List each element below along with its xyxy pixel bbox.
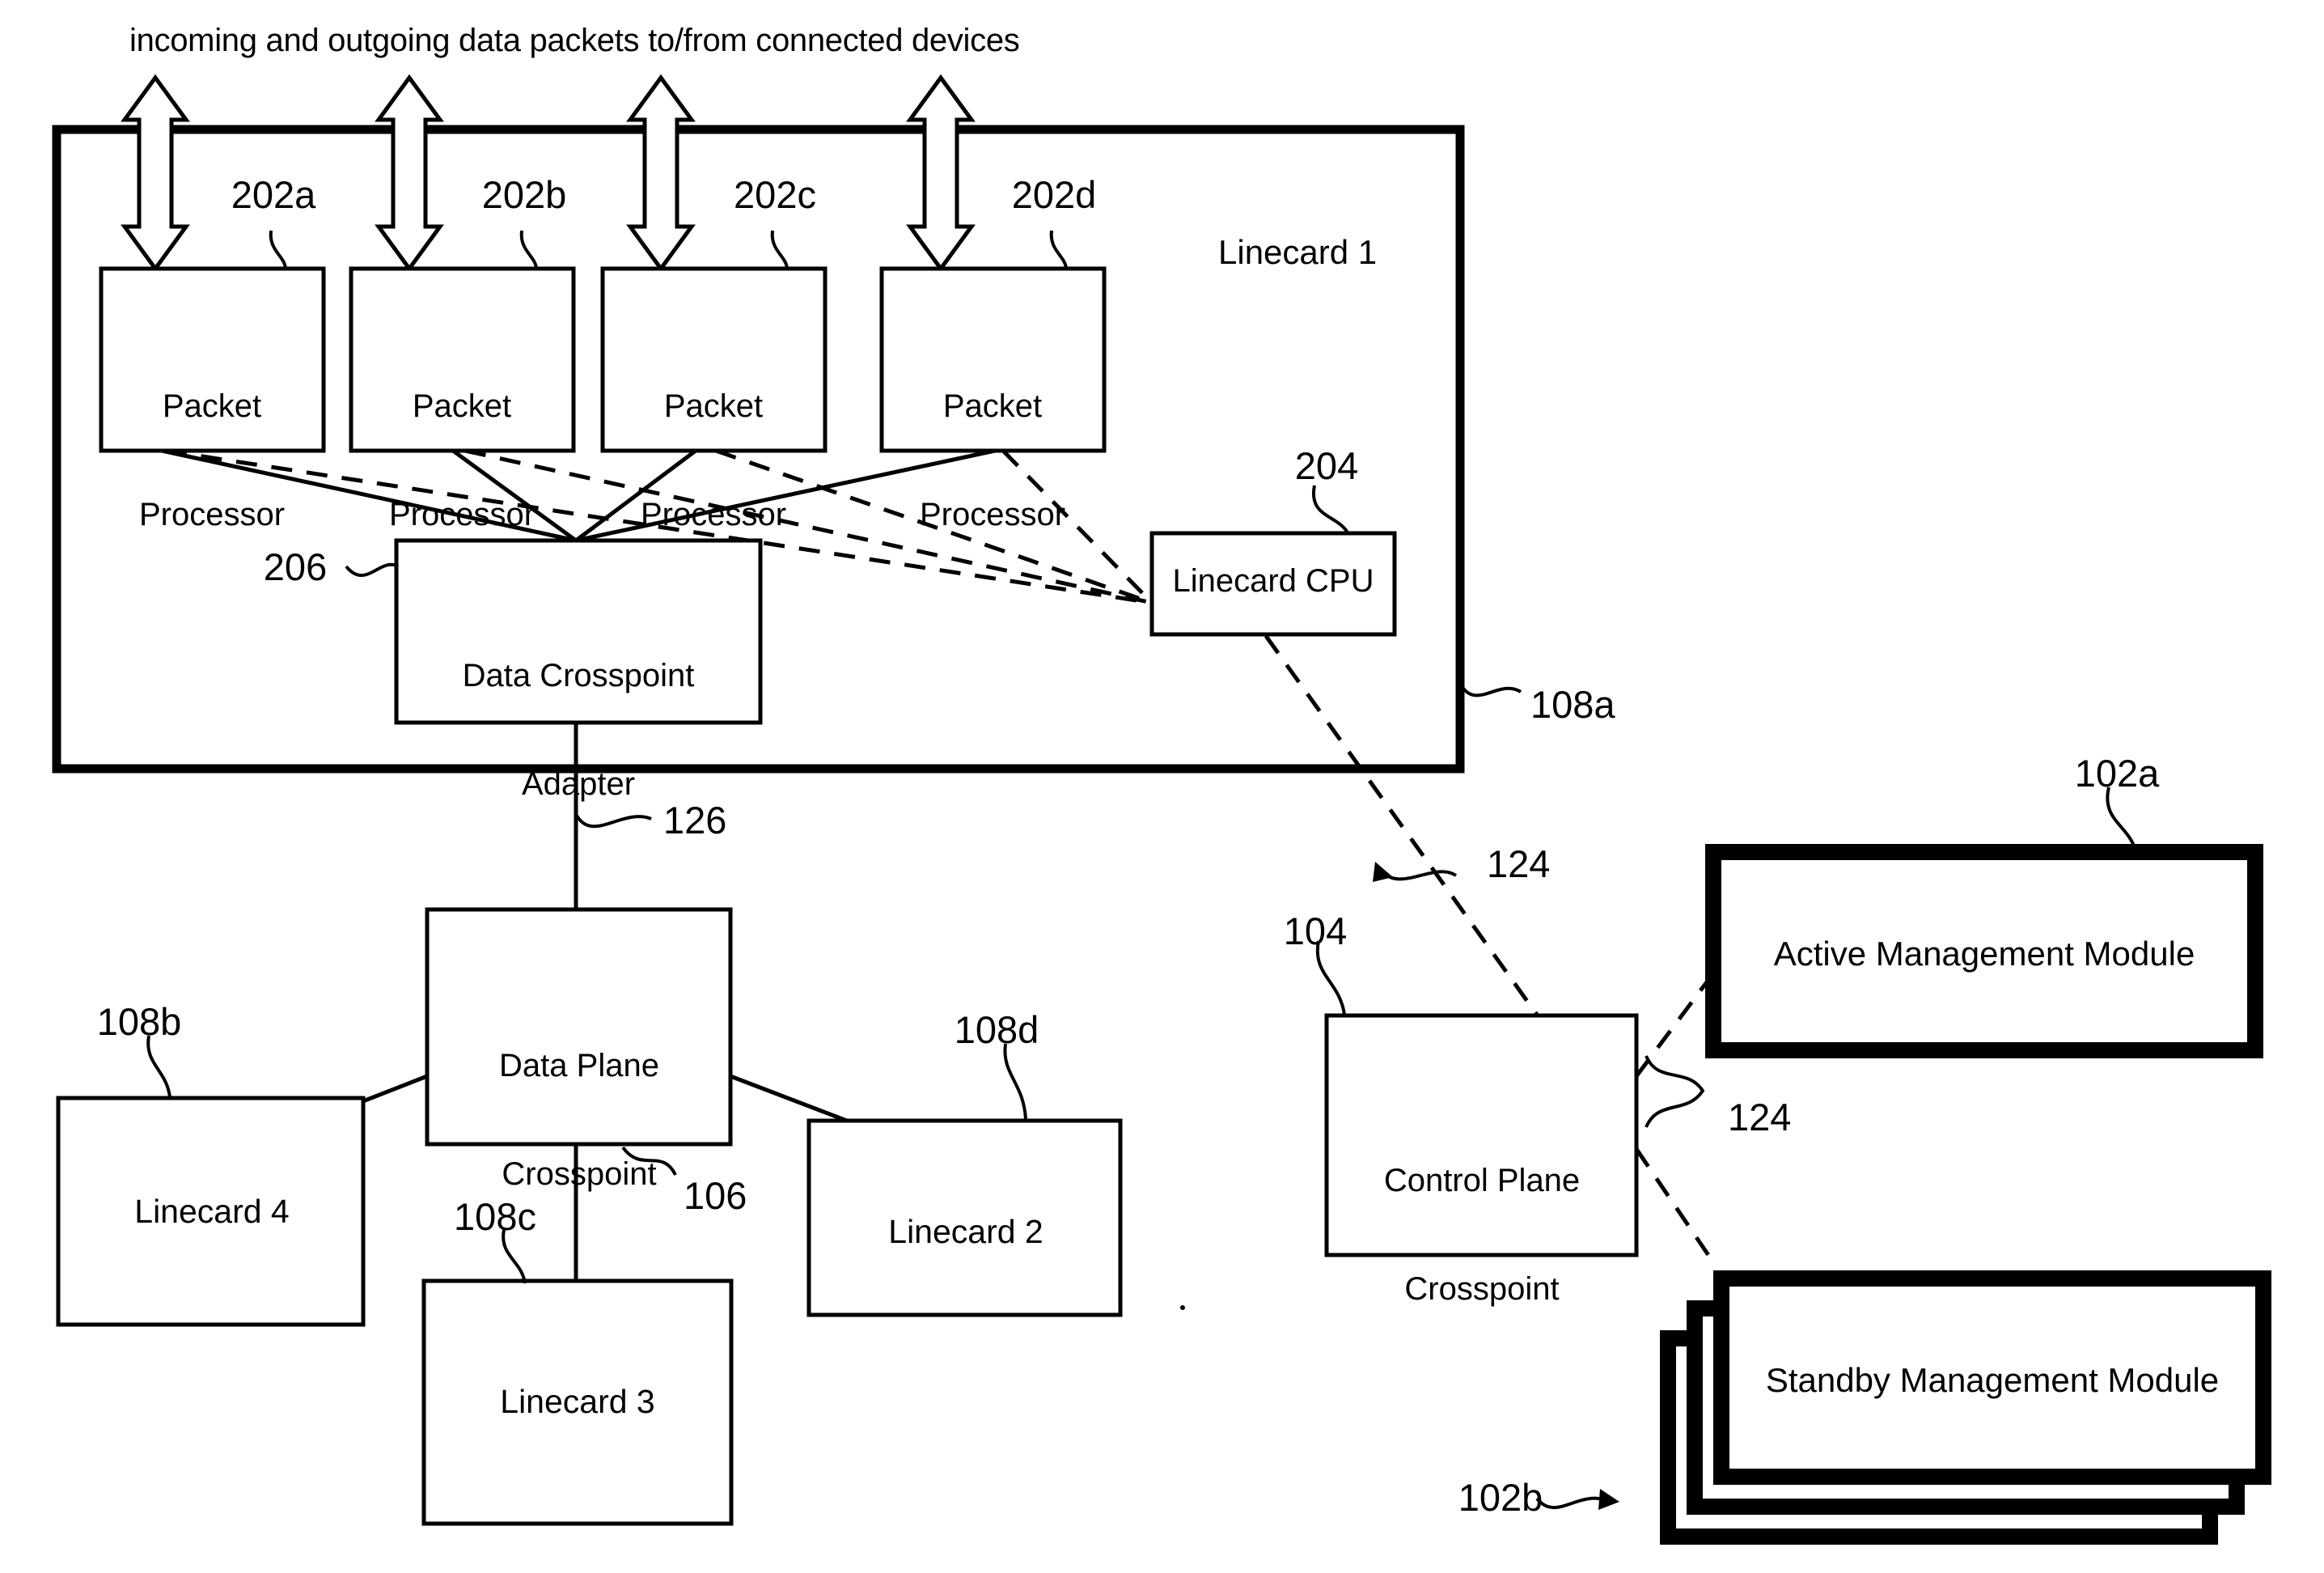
- ref-204: 204: [1294, 444, 1359, 487]
- data-crosspoint-adapter-label-line2: Adapter: [521, 765, 636, 802]
- ref-202c: 202c: [734, 173, 816, 216]
- ref-202d: 202d: [1011, 173, 1097, 216]
- control-plane-crosspoint-label-line2: Crosspoint: [1404, 1270, 1560, 1307]
- leader-124-upper-arrow: [1373, 862, 1393, 882]
- packet-processor-label-4-line1: Packet: [942, 388, 1043, 424]
- linecard-4-label: Linecard 4: [134, 1193, 290, 1230]
- packet-processor-label-3-line1: Packet: [663, 388, 764, 424]
- packet-processor-label-1-line1: Packet: [162, 388, 262, 424]
- ref-108a: 108a: [1530, 683, 1615, 726]
- ref-126: 126: [663, 799, 727, 842]
- leader-108b: [146, 1035, 171, 1098]
- data-crosspoint-adapter-label-line1: Data Crosspoint: [462, 657, 695, 693]
- active-management-module-label: Active Management Module: [1773, 935, 2195, 973]
- ref-202b: 202b: [481, 173, 567, 216]
- figure-caption: incoming and outgoing data packets to/fr…: [129, 23, 1020, 58]
- ref-102a: 102a: [2074, 752, 2160, 795]
- leader-108d: [1003, 1043, 1027, 1121]
- leader-102a: [2106, 786, 2138, 854]
- leader-102b-arrow: [1535, 1496, 1609, 1510]
- data-plane-crosspoint-label-line1: Data Plane: [499, 1047, 659, 1083]
- ref-108c: 108c: [454, 1195, 536, 1238]
- packet-processor-label-2-line1: Packet: [412, 388, 512, 424]
- packet-processor-label-2-line2: Processor: [388, 496, 535, 532]
- packet-processor-label-4-line2: Processor: [919, 496, 1066, 532]
- link-124-standby: [1634, 1147, 1716, 1264]
- linecard-2-label: Linecard 2: [888, 1213, 1043, 1250]
- ref-206: 206: [263, 545, 328, 588]
- packet-processor-label-4: Packet Processor: [887, 316, 1098, 605]
- linecard-cpu-label: Linecard CPU: [1172, 563, 1374, 599]
- linecard-3-label: Linecard 3: [500, 1383, 655, 1420]
- leader-124-brace: [1645, 1055, 1705, 1128]
- ref-124-upper: 124: [1487, 842, 1551, 885]
- figure-line-art: [52, 74, 2271, 1545]
- standby-management-module-label: Standby Management Module: [1765, 1361, 2220, 1399]
- ref-106: 106: [684, 1174, 747, 1217]
- ref-202a: 202a: [231, 173, 316, 216]
- packet-processor-label-3-line2: Processor: [640, 496, 787, 532]
- packet-processor-label-3: Packet Processor: [608, 316, 819, 605]
- control-plane-crosspoint-label-line1: Control Plane: [1383, 1162, 1581, 1198]
- linecard-1-label: Linecard 1: [1218, 233, 1378, 271]
- packet-processor-label-1-line2: Processor: [138, 496, 286, 532]
- leader-108a: [1458, 682, 1522, 697]
- ref-104: 104: [1283, 909, 1348, 952]
- control-plane-crosspoint-label: Control Plane Crosspoint: [1328, 1090, 1636, 1380]
- ref-124-lower: 124: [1728, 1096, 1792, 1138]
- leader-124-upper: [1379, 868, 1458, 881]
- packet-processor-label-2: Packet Processor: [357, 316, 567, 605]
- leader-102b-arrowhead: [1598, 1489, 1619, 1510]
- ref-108d: 108d: [954, 1008, 1039, 1051]
- patent-figure-canvas: incoming and outgoing data packets to/fr…: [0, 0, 2324, 1573]
- scan-artifact-dot: [1180, 1305, 1185, 1310]
- ref-102b: 102b: [1458, 1476, 1543, 1519]
- ref-108b: 108b: [96, 1000, 182, 1043]
